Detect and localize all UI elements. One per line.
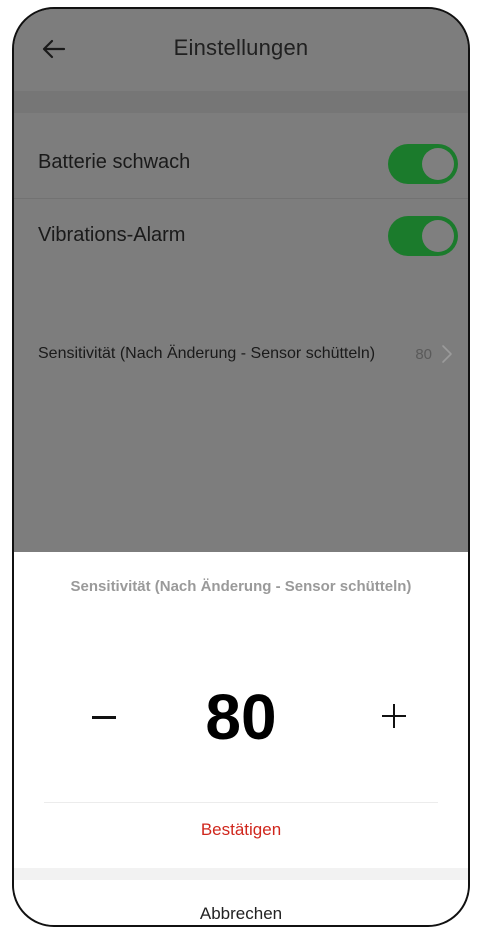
phone-frame: Einstellungen Batterie schwach Vibration… bbox=[12, 7, 470, 927]
button-separator bbox=[14, 868, 468, 880]
sensitivity-stepper: 80 bbox=[14, 652, 468, 772]
cancel-button[interactable]: Abbrechen bbox=[14, 904, 468, 924]
settings-screen: Einstellungen Batterie schwach Vibration… bbox=[14, 9, 468, 554]
dialog-divider bbox=[44, 802, 438, 803]
toggle-knob bbox=[422, 220, 454, 252]
setting-row-battery-low: Batterie schwach bbox=[14, 127, 468, 199]
chevron-right-icon bbox=[442, 345, 452, 363]
battery-low-toggle[interactable] bbox=[388, 144, 458, 184]
sensitivity-value: 80 bbox=[415, 345, 432, 363]
setting-row-sensitivity[interactable]: Sensitivität (Nach Änderung - Sensor sch… bbox=[14, 309, 468, 399]
setting-row-vibration-alarm: Vibrations-Alarm bbox=[14, 199, 468, 271]
setting-label: Vibrations-Alarm bbox=[38, 223, 186, 246]
plus-icon-vertical bbox=[393, 704, 395, 728]
header: Einstellungen bbox=[14, 9, 468, 91]
setting-label: Batterie schwach bbox=[38, 151, 191, 173]
increment-button[interactable] bbox=[364, 692, 424, 742]
dialog-title: Sensitivität (Nach Änderung - Sensor sch… bbox=[70, 578, 412, 595]
section-divider bbox=[14, 91, 468, 113]
page-title: Einstellungen bbox=[173, 35, 309, 60]
toggle-knob bbox=[422, 148, 454, 180]
vibration-alarm-toggle[interactable] bbox=[388, 216, 458, 256]
setting-label: Sensitivität (Nach Änderung - Sensor sch… bbox=[38, 345, 376, 362]
sensitivity-dialog: Sensitivität (Nach Änderung - Sensor sch… bbox=[14, 552, 468, 925]
confirm-button[interactable]: Bestätigen bbox=[14, 820, 468, 840]
